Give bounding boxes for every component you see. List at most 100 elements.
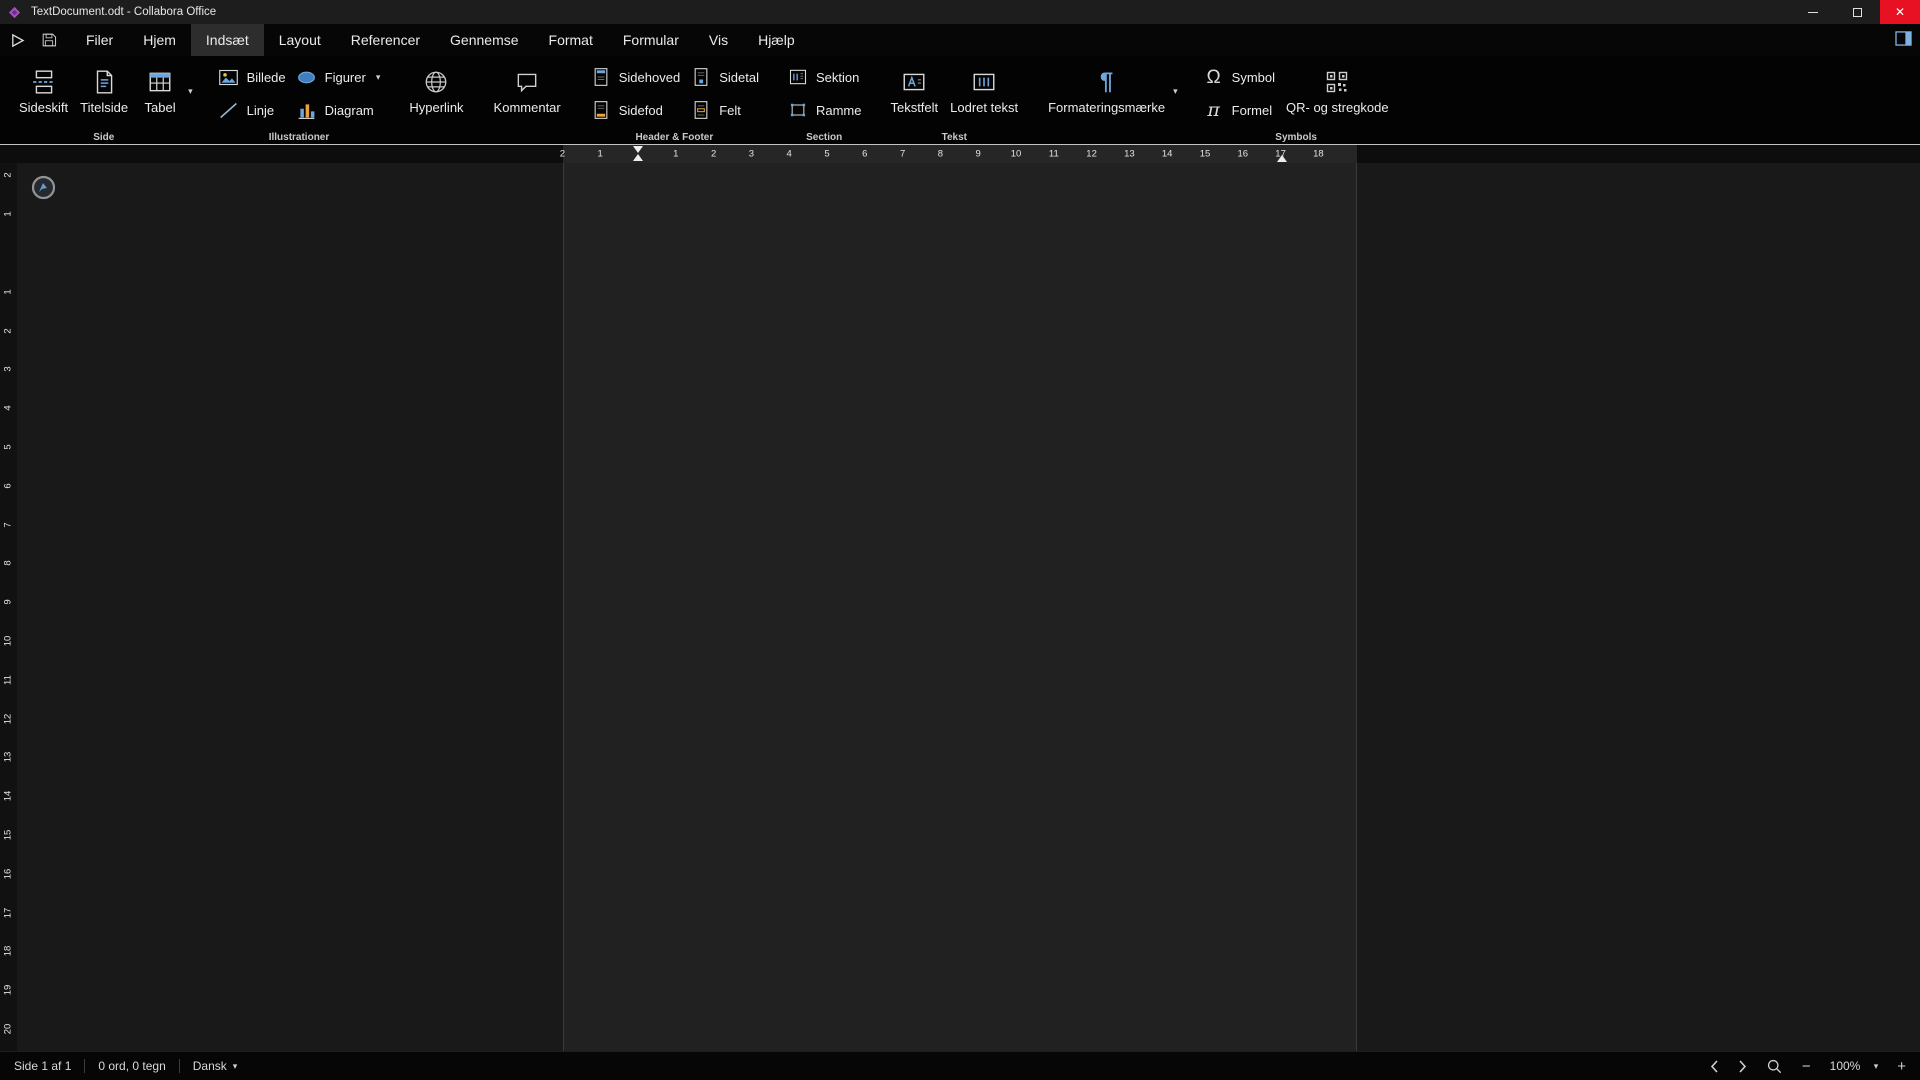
vertical-ruler[interactable]: 211234567891011121314151617181920 — [0, 163, 17, 1051]
zoom-out-button[interactable]: − — [1802, 1059, 1811, 1074]
text-box-icon — [901, 66, 927, 98]
menu-referencer[interactable]: Referencer — [336, 24, 435, 56]
menu-layout[interactable]: Layout — [264, 24, 336, 56]
ruler-number: 1 — [3, 212, 14, 217]
header-button[interactable]: Sidehoved — [585, 64, 685, 90]
minimize-button[interactable] — [1790, 0, 1835, 24]
navigator-compass-icon[interactable] — [30, 174, 57, 201]
vertical-text-button[interactable]: Lodret tekst — [944, 56, 1024, 116]
chart-button[interactable]: Diagram — [291, 97, 386, 123]
ruler-number: 5 — [3, 444, 14, 449]
ruler-number: 11 — [1049, 149, 1059, 160]
ruler-number: 6 — [3, 483, 14, 488]
footer-icon — [590, 99, 612, 121]
table-button[interactable]: Tabel — [134, 56, 186, 116]
ruler-number: 9 — [3, 600, 14, 605]
table-dropdown-caret-icon[interactable]: ▾ — [186, 86, 195, 97]
qr-barcode-button[interactable]: QR- og stregkode — [1280, 56, 1395, 116]
chart-icon — [296, 99, 318, 121]
menu-format[interactable]: Format — [534, 24, 608, 56]
ribbon-group-illustrations: Billede Linje Figurer ▾ Diagr — [204, 56, 395, 144]
zoom-level-selector[interactable]: 100% ▾ — [1830, 1059, 1879, 1073]
menu-formular[interactable]: Formular — [608, 24, 694, 56]
save-icon[interactable] — [41, 32, 57, 48]
next-page-button[interactable] — [1738, 1059, 1747, 1074]
left-indent-marker[interactable] — [633, 146, 643, 161]
menu-indsaet[interactable]: Indsæt — [191, 24, 264, 56]
title-page-button[interactable]: Titelside — [74, 56, 134, 116]
group-label-illustrations: Illustrationer — [204, 132, 395, 143]
ruler-number: 18 — [1313, 149, 1324, 160]
formula-button[interactable]: π Formel — [1198, 97, 1280, 123]
formatting-mark-label: Formateringsmærke — [1048, 100, 1165, 116]
image-icon — [218, 66, 240, 88]
ribbon-group-header-footer: Sidehoved Sidefod Sidetal Felt — [576, 56, 773, 144]
hyperlink-label: Hyperlink — [409, 100, 463, 116]
field-button[interactable]: Felt — [685, 97, 764, 123]
zoom-search-icon[interactable] — [1766, 1058, 1783, 1075]
image-label: Billede — [247, 70, 286, 85]
right-margin-marker[interactable] — [1277, 155, 1287, 162]
ruler-number: 12 — [3, 713, 14, 724]
table-label: Tabel — [145, 100, 176, 116]
sidebar-toggle-icon[interactable] — [1895, 31, 1912, 46]
symbol-button[interactable]: Ω Symbol — [1198, 64, 1280, 90]
menu-hjem[interactable]: Hjem — [128, 24, 191, 56]
ruler-number: 13 — [1124, 149, 1135, 160]
frame-button[interactable]: Ramme — [782, 97, 867, 123]
document-page[interactable] — [563, 163, 1357, 1051]
image-button[interactable]: Billede — [213, 64, 291, 90]
section-icon — [787, 66, 809, 88]
page-break-button[interactable]: Sideskift — [13, 56, 74, 116]
field-label: Felt — [719, 103, 741, 118]
ribbon-group-comment: Kommentar — [479, 56, 576, 144]
ruler-number: 7 — [900, 149, 905, 160]
menu-vis[interactable]: Vis — [694, 24, 743, 56]
ruler-number: 1 — [3, 289, 14, 294]
footer-button[interactable]: Sidefod — [585, 97, 685, 123]
page-break-icon — [31, 66, 57, 98]
word-count-status[interactable]: 0 ord, 0 tegn — [85, 1059, 178, 1073]
horizontal-ruler[interactable]: 21123456789101112131415161718 — [0, 145, 1920, 163]
formatting-mark-button[interactable]: ¶ Formateringsmærke — [1042, 56, 1171, 116]
formatting-mark-dropdown-caret-icon[interactable]: ▾ — [1171, 86, 1180, 97]
menu-filer[interactable]: Filer — [71, 24, 128, 56]
vertical-text-icon — [971, 66, 997, 98]
comment-button[interactable]: Kommentar — [488, 56, 567, 116]
language-selector[interactable]: Dansk ▾ — [180, 1059, 251, 1073]
ribbon-group-text: Tekstfelt Lodret tekst Tekst — [875, 56, 1033, 144]
page-number-button[interactable]: Sidetal — [685, 64, 764, 90]
menu-gennemse[interactable]: Gennemse — [435, 24, 533, 56]
ruler-number: 10 — [1011, 149, 1022, 160]
page-number-label: Sidetal — [719, 70, 759, 85]
document-area: 211234567891011121314151617181920 — [0, 163, 1920, 1051]
ruler-number: 1 — [673, 149, 678, 160]
line-label: Linje — [247, 103, 274, 118]
page-count-status[interactable]: Side 1 af 1 — [14, 1059, 84, 1073]
hyperlink-button[interactable]: Hyperlink — [403, 56, 469, 116]
group-label-section: Section — [773, 132, 876, 143]
ribbon-group-formatting-mark: ¶ Formateringsmærke ▾ — [1033, 56, 1189, 144]
minimize-icon — [1808, 12, 1818, 13]
previous-page-button[interactable] — [1710, 1059, 1719, 1074]
zoom-in-button[interactable]: + — [1897, 1059, 1906, 1074]
shapes-button[interactable]: Figurer ▾ — [291, 64, 386, 90]
line-button[interactable]: Linje — [213, 97, 291, 123]
ruler-number: 15 — [1200, 149, 1211, 160]
close-button[interactable]: ✕ — [1880, 0, 1920, 24]
app-menu-icon[interactable] — [10, 33, 25, 48]
group-label-symbols: Symbols — [1189, 132, 1404, 143]
section-button[interactable]: Sektion — [782, 64, 867, 90]
status-bar: Side 1 af 1 0 ord, 0 tegn Dansk ▾ − 100%… — [0, 1051, 1920, 1080]
maximize-button[interactable] — [1835, 0, 1880, 24]
ribbon-group-symbols: Ω Symbol π Formel QR- og stregkode Symbo… — [1189, 56, 1404, 144]
footer-label: Sidefod — [619, 103, 663, 118]
ruler-number: 14 — [1162, 149, 1173, 160]
line-icon — [218, 99, 240, 121]
menu-hjaelp[interactable]: Hjælp — [743, 24, 810, 56]
ruler-number: 17 — [3, 907, 14, 918]
menu-bar: Filer Hjem Indsæt Layout Referencer Genn… — [0, 24, 1920, 56]
text-box-button[interactable]: Tekstfelt — [884, 56, 944, 116]
ruler-number: 16 — [3, 869, 14, 880]
symbol-label: Symbol — [1232, 70, 1275, 85]
